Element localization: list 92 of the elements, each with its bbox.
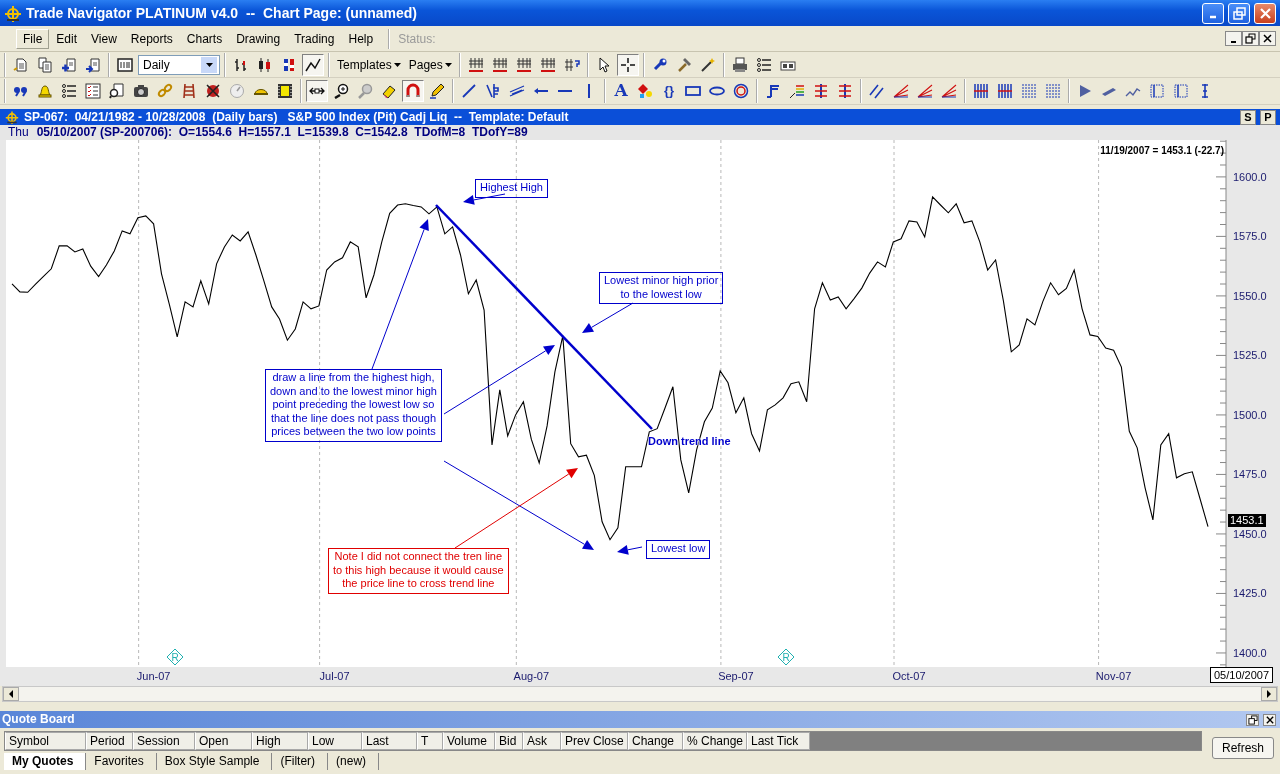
column-header[interactable]: Open (195, 732, 252, 750)
axis-label: 1425.0 (1233, 587, 1267, 600)
caret-icon (444, 62, 452, 67)
annotation-note: Lowest minor high prior to the lowest low (599, 272, 724, 304)
window-title: Trade Navigator PLATINUM v4.0 -- Chart Page: (unnamed) (26, 3, 418, 23)
menu-item[interactable]: File (16, 28, 50, 49)
menu-item[interactable]: Trading (287, 28, 342, 49)
last-value-readout: 11/19/2007 = 1453.1 (-22.7) (1100, 144, 1224, 158)
menu-item[interactable]: Charts (179, 28, 230, 49)
column-header[interactable]: Bid (495, 732, 523, 750)
horizontal-scrollbar[interactable] (2, 686, 1278, 702)
left-arrow-icon (8, 690, 14, 698)
refresh-button[interactable]: Refresh (1212, 737, 1274, 759)
close-icon (1257, 5, 1273, 21)
column-header[interactable]: Prev Close (561, 732, 628, 750)
panel-title: Quote Board (2, 711, 75, 728)
period-select[interactable]: Daily (138, 54, 220, 75)
event-marker: R (166, 648, 184, 666)
chart-title: SP-067: 04/21/1982 - 10/28/2008 (Daily bars) S&P 500 Index (Pit) Cadj Liq -- Template: Default (24, 109, 569, 126)
restore-icon (1245, 33, 1256, 44)
close-icon (1262, 33, 1273, 44)
magnet-icon[interactable] (402, 80, 424, 102)
axis-label: 1400.0 (1233, 646, 1267, 659)
arrow (463, 193, 506, 205)
scroll-left-button[interactable] (3, 687, 19, 701)
cursor-date: 05/10/2007 (1210, 667, 1274, 683)
column-header[interactable]: Low (308, 732, 362, 750)
restore-icon (1231, 5, 1247, 21)
annotation-note: draw a line from the highest high, down and to the lowest minor high point preceding the lowest low so that the line does not pass though prices between the two low points (265, 369, 442, 442)
column-header[interactable]: Last Tick (747, 732, 810, 750)
quote-tab[interactable]: My Quotes (4, 753, 87, 770)
braces-tool[interactable]: {} (658, 80, 680, 102)
checklist-icon[interactable] (82, 80, 104, 102)
right-arrow-icon (1266, 690, 1272, 698)
templates-dropdown[interactable]: Templates (334, 55, 404, 74)
column-header[interactable]: Volume (443, 732, 495, 750)
annotation-note: Note I did not connect the tren line to this high because it would cause the price line to cross trend line (328, 548, 509, 594)
column-header[interactable]: Period (86, 732, 133, 750)
minimize-icon (1209, 15, 1217, 19)
restore-icon (1247, 714, 1258, 725)
caret-icon (393, 62, 401, 67)
menu-item[interactable]: Drawing (229, 28, 288, 49)
menu-item[interactable]: Reports (123, 28, 180, 49)
close-button[interactable] (1263, 713, 1276, 726)
restore-button[interactable] (1242, 31, 1259, 46)
axis-label: 1450.0 (1233, 527, 1267, 540)
pages-dropdown[interactable]: Pages (405, 55, 455, 74)
axis-label: Jun-07 (136, 670, 171, 682)
event-marker: R (777, 648, 795, 666)
arrow (582, 302, 634, 333)
crosshair-icon[interactable] (616, 53, 639, 76)
arrow (617, 544, 643, 555)
column-header[interactable]: Session (133, 732, 195, 750)
menu-item[interactable]: View (84, 28, 124, 49)
column-header[interactable]: High (252, 732, 308, 750)
restore-button[interactable] (1246, 713, 1259, 726)
axis-label: Oct-07 (892, 670, 926, 682)
ship-wheel-icon (4, 110, 20, 124)
column-header[interactable]: Change (628, 732, 683, 750)
toggle-button[interactable]: P (1260, 109, 1276, 125)
column-header[interactable]: Symbol (5, 732, 86, 750)
minimize-icon (1231, 40, 1236, 43)
scroll-right-button[interactable] (1261, 687, 1277, 701)
toggle-button[interactable]: S (1240, 109, 1256, 125)
axis-label: 1475.0 (1233, 468, 1267, 481)
column-header[interactable]: T (417, 732, 443, 750)
axis-label: 1500.0 (1233, 408, 1267, 421)
line-chart-icon[interactable] (302, 53, 324, 76)
axis-label: 1575.0 (1233, 230, 1267, 243)
axis-label: Jul-07 (319, 670, 350, 682)
axis-label: Sep-07 (718, 670, 754, 682)
column-header[interactable]: % Change (683, 732, 747, 750)
annotation-note: Highest High (475, 179, 548, 198)
minimize-button[interactable] (1225, 31, 1242, 46)
text-tool[interactable]: A (610, 80, 632, 102)
menu-item[interactable]: Edit (49, 28, 85, 49)
day-label: Thu (8, 125, 29, 140)
close-icon (1264, 714, 1275, 725)
caret-icon (205, 62, 213, 67)
axis-label: Aug-07 (513, 670, 550, 682)
menu-item[interactable]: Help (341, 28, 381, 49)
bar-info: 05/10/2007 (SP-200706): O=1554.6 H=1557.1 L=1539.8 C=1542.8 TDofM=8 TDofY=89 (36, 125, 528, 140)
column-header[interactable]: Ask (523, 732, 561, 750)
axis-label: 1600.0 (1233, 170, 1267, 183)
axis-label: Nov-07 (1095, 670, 1132, 682)
axis-label: 1550.0 (1233, 289, 1267, 302)
close-button[interactable] (1259, 31, 1276, 46)
column-header[interactable]: Last (362, 732, 417, 750)
annotation-note: Lowest low (646, 540, 711, 559)
status-label: Status: (398, 30, 436, 48)
axis-label: 1525.0 (1233, 349, 1267, 362)
ship-wheel-icon (4, 4, 22, 22)
